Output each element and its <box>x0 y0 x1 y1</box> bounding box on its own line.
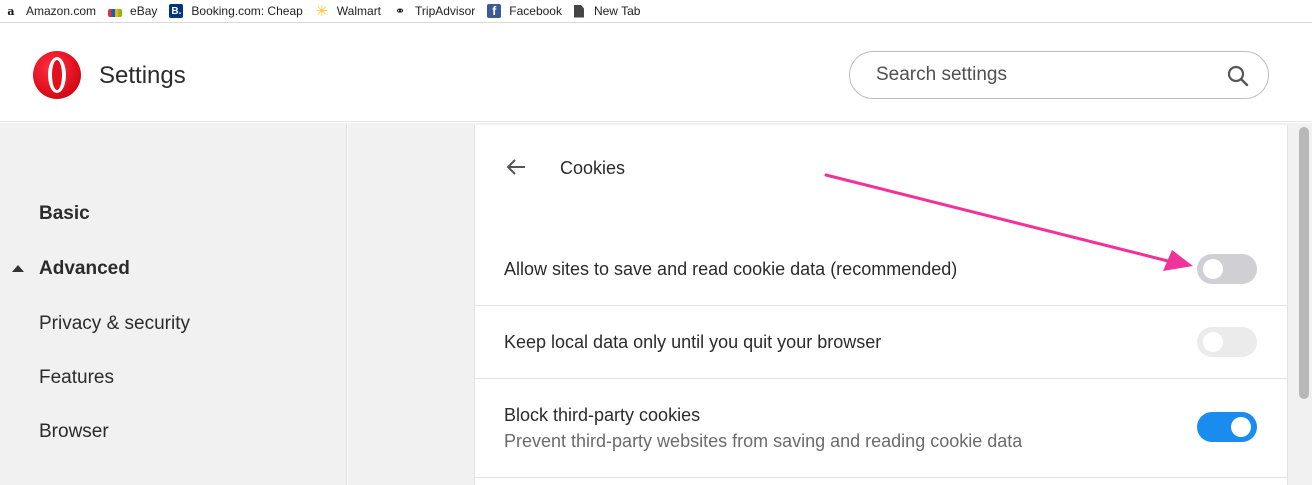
setting-label: Block third-party cookies <box>504 405 701 425</box>
bookmark-label: New Tab <box>593 4 641 18</box>
keep-local-data-toggle[interactable] <box>1197 327 1257 357</box>
ebay-icon <box>108 9 123 17</box>
sidebar-item-browser[interactable]: Browser <box>39 421 109 443</box>
bookmark-facebook[interactable]: f Facebook <box>487 4 562 18</box>
bookmark-label: TripAdvisor <box>415 4 476 18</box>
setting-row-keep-local-data: Keep local data only until you quit your… <box>475 306 1287 379</box>
back-arrow-icon[interactable] <box>504 155 528 179</box>
scrollbar-thumb[interactable] <box>1299 127 1309 399</box>
bookmark-label: Amazon.com <box>26 4 97 18</box>
amazon-icon: a <box>7 4 15 18</box>
search-box[interactable] <box>849 51 1269 99</box>
bookmark-new-tab[interactable]: New Tab <box>573 4 641 18</box>
walmart-icon: ✳ <box>315 3 329 20</box>
setting-description: Prevent third-party websites from saving… <box>504 431 1023 451</box>
tripadvisor-icon: ⚭ <box>395 4 406 18</box>
setting-label: Allow sites to save and read cookie data… <box>504 259 958 279</box>
bookmark-amazon[interactable]: a Amazon.com <box>4 4 96 18</box>
facebook-icon: f <box>487 4 502 18</box>
cookies-card: Cookies Allow sites to save and read coo… <box>474 125 1288 485</box>
page-title: Settings <box>99 62 186 89</box>
sidebar-item-features[interactable]: Features <box>39 367 114 389</box>
caret-up-icon[interactable] <box>12 265 24 272</box>
booking-icon: B. <box>169 4 184 18</box>
setting-row-allow-cookies: Allow sites to save and read cookie data… <box>475 233 1287 306</box>
bookmark-tripadvisor[interactable]: ⚭ TripAdvisor <box>393 4 475 18</box>
sidebar-item-basic[interactable]: Basic <box>39 203 90 225</box>
toggle-knob <box>1203 259 1223 279</box>
setting-row-block-third-party: Block third-party cookies Prevent third-… <box>475 379 1287 478</box>
opera-logo-icon <box>33 51 81 99</box>
bookmark-label: Facebook <box>509 4 562 18</box>
toggle-knob <box>1203 332 1223 352</box>
section-title: Cookies <box>560 158 626 178</box>
bookmark-label: eBay <box>130 4 158 18</box>
bookmark-ebay[interactable]: eBay <box>108 4 157 18</box>
sidebar-item-privacy-security[interactable]: Privacy & security <box>39 313 190 335</box>
block-third-party-toggle[interactable] <box>1197 412 1257 442</box>
allow-cookies-toggle[interactable] <box>1197 254 1257 284</box>
page-icon <box>573 4 584 18</box>
bookmarks-bar: a Amazon.com eBay B. Booking.com: Cheap … <box>0 0 1312 23</box>
toggle-knob <box>1231 417 1251 437</box>
setting-label: Keep local data only until you quit your… <box>504 332 882 352</box>
search-input[interactable] <box>876 62 1216 88</box>
sidebar-item-advanced[interactable]: Advanced <box>39 258 130 280</box>
search-icon[interactable] <box>1226 64 1250 88</box>
bookmark-walmart[interactable]: ✳ Walmart <box>315 3 382 20</box>
bookmark-booking[interactable]: B. Booking.com: Cheap <box>169 4 303 18</box>
settings-sidebar: Basic Advanced Privacy & security Featur… <box>0 123 347 485</box>
bookmark-label: Booking.com: Cheap <box>191 4 303 18</box>
settings-header: Settings <box>0 24 1312 122</box>
bookmark-label: Walmart <box>336 4 382 18</box>
scrollbar[interactable] <box>1296 125 1312 485</box>
